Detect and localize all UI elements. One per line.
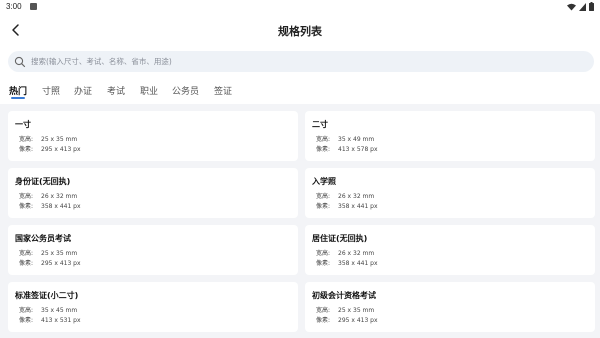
card-size-row: 宽高: 25 x 35 mm xyxy=(19,248,77,257)
card-title: 居住证(无回执) xyxy=(312,234,368,243)
page-title: 规格列表 xyxy=(278,25,322,38)
active-tab-indicator xyxy=(11,97,25,99)
spec-card[interactable]: 一寸 宽高: 25 x 35 mm 像素: 295 x 413 px xyxy=(8,111,298,161)
spec-card[interactable]: 入学照 宽高: 26 x 32 mm 像素: 358 x 441 px xyxy=(305,168,595,218)
search-icon xyxy=(14,56,26,67)
size-value: 25 x 35 mm xyxy=(41,250,78,257)
tab-hot[interactable]: 热门 xyxy=(9,84,27,97)
card-title: 身份证(无回执) xyxy=(15,177,71,186)
card-size-row: 宽高: 35 x 45 mm xyxy=(19,305,77,314)
status-indicators xyxy=(567,2,594,11)
size-label: 宽高: xyxy=(316,193,331,200)
pixels-value: 413 x 531 px xyxy=(41,317,81,324)
battery-icon xyxy=(589,2,594,11)
size-value: 26 x 32 mm xyxy=(338,193,375,200)
card-title: 初级会计资格考试 xyxy=(312,291,376,300)
size-label: 宽高: xyxy=(19,193,34,200)
size-label: 宽高: xyxy=(19,307,34,314)
card-pixel-row: 像素: 413 x 531 px xyxy=(19,315,81,324)
search-input[interactable] xyxy=(31,57,571,66)
pixels-label: 像素: xyxy=(316,146,331,153)
spec-card[interactable]: 身份证(无回执) 宽高: 26 x 32 mm 像素: 358 x 441 px xyxy=(8,168,298,218)
spec-card[interactable]: 国家公务员考试 宽高: 25 x 35 mm 像素: 295 x 413 px xyxy=(8,225,298,275)
card-size-row: 宽高: 25 x 35 mm xyxy=(316,305,374,314)
tab-inch-photo[interactable]: 寸照 xyxy=(42,84,60,97)
size-label: 宽高: xyxy=(316,136,331,143)
card-size-row: 宽高: 25 x 35 mm xyxy=(19,134,77,143)
card-title: 二寸 xyxy=(312,120,328,129)
pixels-value: 358 x 441 px xyxy=(41,203,81,210)
card-size-row: 宽高: 26 x 32 mm xyxy=(19,191,77,200)
pixels-label: 像素: xyxy=(316,203,331,210)
card-size-row: 宽高: 26 x 32 mm xyxy=(316,248,374,257)
pixels-value: 295 x 413 px xyxy=(338,317,378,324)
card-pixel-row: 像素: 295 x 413 px xyxy=(19,258,81,267)
size-value: 35 x 49 mm xyxy=(338,136,375,143)
size-value: 35 x 45 mm xyxy=(41,307,78,314)
spec-card[interactable]: 居住证(无回执) 宽高: 26 x 32 mm 像素: 358 x 441 px xyxy=(305,225,595,275)
spec-card[interactable]: 初级会计资格考试 宽高: 25 x 35 mm 像素: 295 x 413 px xyxy=(305,282,595,332)
app-header: 规格列表 xyxy=(0,14,600,48)
card-size-row: 宽高: 35 x 49 mm xyxy=(316,134,374,143)
tab-profession[interactable]: 职业 xyxy=(140,84,158,97)
card-pixel-row: 像素: 295 x 413 px xyxy=(316,315,378,324)
pixels-value: 413 x 578 px xyxy=(338,146,378,153)
card-title: 国家公务员考试 xyxy=(15,234,71,243)
size-label: 宽高: xyxy=(19,136,34,143)
spec-card[interactable]: 二寸 宽高: 35 x 49 mm 像素: 413 x 578 px xyxy=(305,111,595,161)
pixels-label: 像素: xyxy=(316,260,331,267)
size-value: 25 x 35 mm xyxy=(338,307,375,314)
card-pixel-row: 像素: 413 x 578 px xyxy=(316,144,378,153)
card-title: 入学照 xyxy=(312,177,336,186)
tab-certificate[interactable]: 办证 xyxy=(74,84,92,97)
search-box[interactable] xyxy=(8,51,594,72)
category-tabs: 热门 寸照 办证 考试 职业 公务员 签证 xyxy=(0,76,600,104)
size-value: 25 x 35 mm xyxy=(41,136,78,143)
tab-civil-servant[interactable]: 公务员 xyxy=(172,84,199,97)
card-size-row: 宽高: 26 x 32 mm xyxy=(316,191,374,200)
pixels-value: 295 x 413 px xyxy=(41,260,81,267)
search-bar xyxy=(0,48,600,76)
size-label: 宽高: xyxy=(19,250,34,257)
status-bar: 3:00 xyxy=(0,0,600,14)
card-pixel-row: 像素: 358 x 441 px xyxy=(316,201,378,210)
spec-card[interactable]: 标准签证(小二寸) 宽高: 35 x 45 mm 像素: 413 x 531 px xyxy=(8,282,298,332)
wifi-icon xyxy=(567,3,576,10)
pixels-label: 像素: xyxy=(316,317,331,324)
size-value: 26 x 32 mm xyxy=(338,250,375,257)
card-pixel-row: 像素: 358 x 441 px xyxy=(19,201,81,210)
pixels-label: 像素: xyxy=(19,317,34,324)
card-pixel-row: 像素: 295 x 413 px xyxy=(19,144,81,153)
pixels-value: 358 x 441 px xyxy=(338,260,378,267)
pixels-label: 像素: xyxy=(19,203,34,210)
card-title: 标准签证(小二寸) xyxy=(15,291,79,300)
pixels-label: 像素: xyxy=(19,260,34,267)
size-label: 宽高: xyxy=(316,307,331,314)
signal-icon xyxy=(579,2,586,11)
pixels-label: 像素: xyxy=(19,146,34,153)
pixels-value: 358 x 441 px xyxy=(338,203,378,210)
size-label: 宽高: xyxy=(316,250,331,257)
tab-exam[interactable]: 考试 xyxy=(107,84,125,97)
card-pixel-row: 像素: 358 x 441 px xyxy=(316,258,378,267)
status-time: 3:00 xyxy=(6,2,22,11)
notification-icon xyxy=(30,3,37,10)
size-value: 26 x 32 mm xyxy=(41,193,78,200)
pixels-value: 295 x 413 px xyxy=(41,146,81,153)
tab-visa[interactable]: 签证 xyxy=(214,84,232,97)
card-title: 一寸 xyxy=(15,120,31,129)
